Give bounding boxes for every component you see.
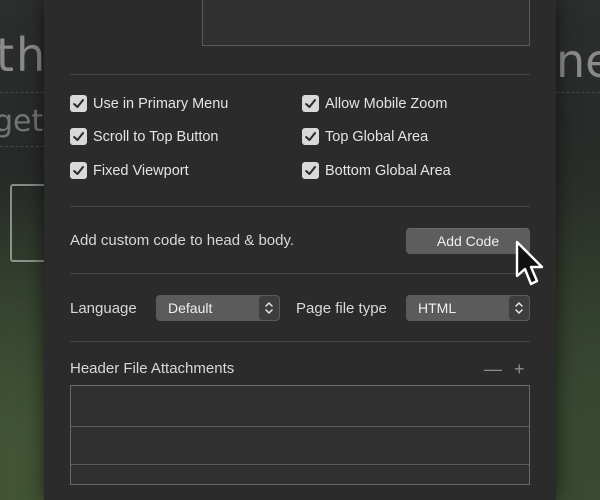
checkmark-icon <box>70 95 87 112</box>
background-heading-fragment-right: ne <box>556 34 600 88</box>
use-in-primary-menu-checkbox[interactable]: Use in Primary Menu <box>70 95 228 112</box>
scroll-to-top-button-checkbox[interactable]: Scroll to Top Button <box>70 128 218 145</box>
checkbox-label: Fixed Viewport <box>93 162 189 179</box>
attachments-list[interactable] <box>70 385 530 485</box>
checkbox-label: Use in Primary Menu <box>93 95 229 112</box>
page-file-type-select-value: HTML <box>418 300 457 316</box>
checkmark-icon <box>302 128 319 145</box>
checkmark-icon <box>70 162 87 179</box>
checkbox-label: Allow Mobile Zoom <box>325 95 448 112</box>
divider <box>70 273 530 274</box>
checkbox-label: Top Global Area <box>325 128 429 145</box>
background-dashed-line <box>556 92 600 93</box>
page-file-type-label: Page file type <box>296 300 387 317</box>
divider <box>70 74 530 75</box>
language-select[interactable]: Default <box>156 295 280 321</box>
previous-field-textarea[interactable] <box>202 0 530 46</box>
language-select-value: Default <box>168 300 213 316</box>
background-heading-fragment: th <box>0 28 48 82</box>
checkbox-label: Scroll to Top Button <box>93 128 219 145</box>
divider <box>70 341 530 342</box>
fixed-viewport-checkbox[interactable]: Fixed Viewport <box>70 162 189 179</box>
background-dashed-line <box>0 146 44 147</box>
header-file-attachments-title: Header File Attachments <box>70 360 235 377</box>
checkbox-label: Bottom Global Area <box>325 162 451 179</box>
page-file-type-select[interactable]: HTML <box>406 295 530 321</box>
bottom-global-area-checkbox[interactable]: Bottom Global Area <box>302 162 451 179</box>
list-row-divider <box>71 426 529 427</box>
page-settings-panel: Use in Primary Menu Allow Mobile Zoom Sc… <box>44 0 556 500</box>
custom-code-description: Add custom code to head & body. <box>70 232 295 249</box>
checkmark-icon <box>302 95 319 112</box>
language-label: Language <box>70 300 137 317</box>
plus-icon[interactable]: + <box>514 360 525 378</box>
list-row-divider <box>71 464 529 465</box>
checkmark-icon <box>302 162 319 179</box>
checkmark-icon <box>70 128 87 145</box>
minus-icon[interactable]: — <box>484 360 502 378</box>
stepper-icon <box>509 296 529 320</box>
background-dashed-line <box>0 92 44 93</box>
allow-mobile-zoom-checkbox[interactable]: Allow Mobile Zoom <box>302 95 448 112</box>
top-global-area-checkbox[interactable]: Top Global Area <box>302 128 428 145</box>
divider <box>70 206 530 207</box>
pointer-cursor-icon <box>515 240 544 286</box>
stepper-icon <box>259 296 279 320</box>
background-subheading-fragment: get <box>0 104 44 139</box>
